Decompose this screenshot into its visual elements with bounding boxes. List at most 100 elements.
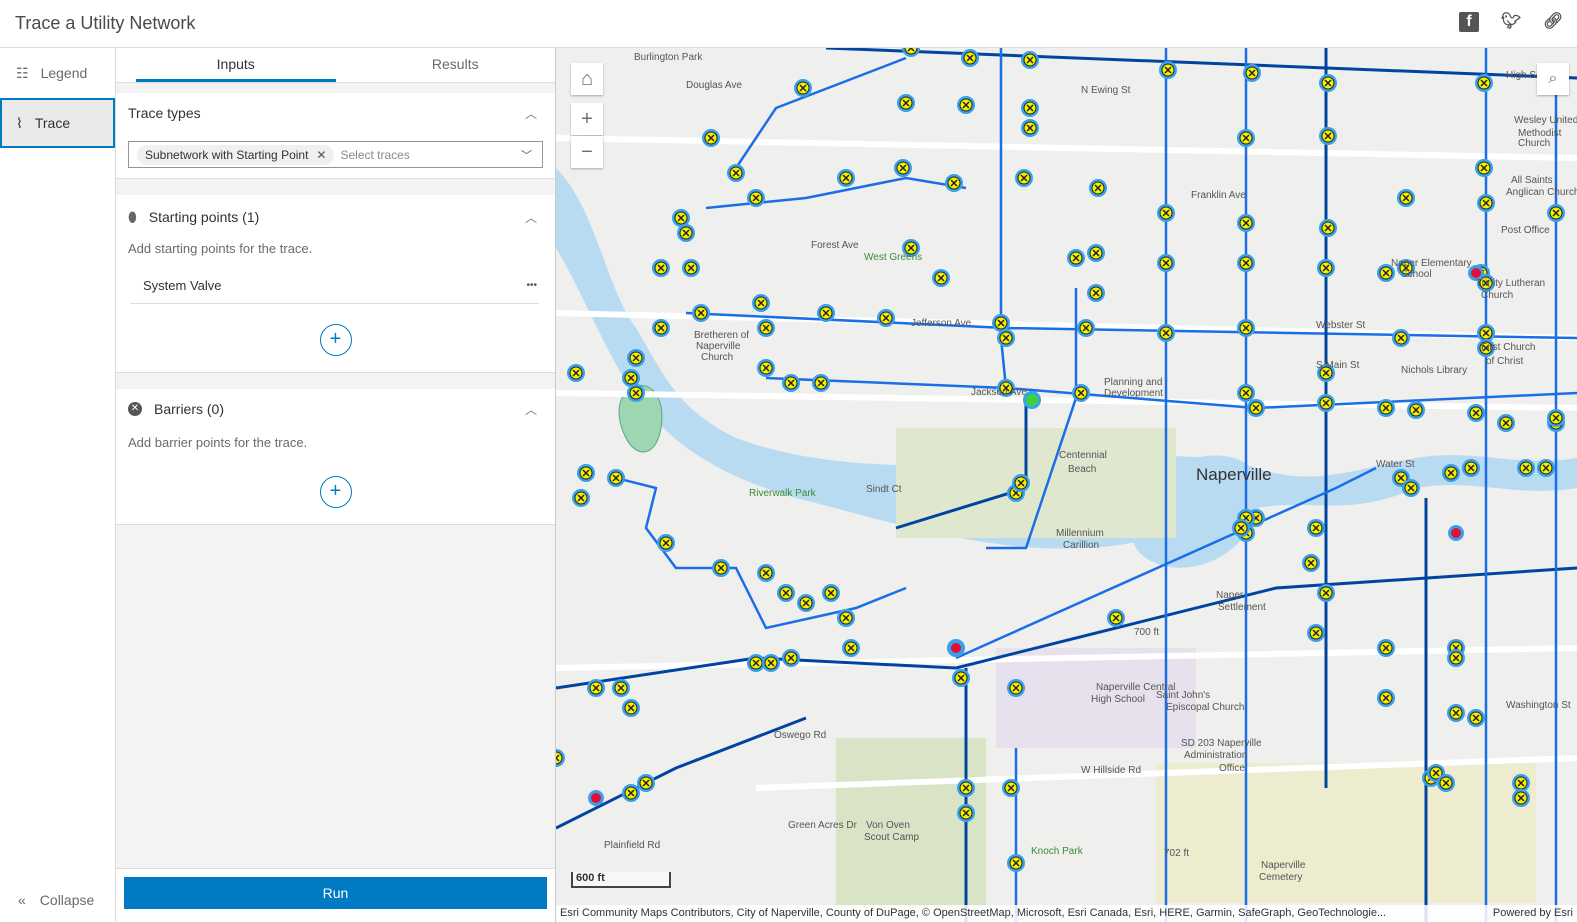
valve-marker[interactable] [902, 48, 920, 57]
valve-marker[interactable] [1517, 459, 1535, 477]
valve-marker[interactable] [1067, 249, 1085, 267]
valve-marker[interactable] [1089, 179, 1107, 197]
valve-marker[interactable] [1537, 459, 1555, 477]
valve-marker[interactable] [794, 79, 812, 97]
valve-marker[interactable] [1072, 384, 1090, 402]
barrier-marker[interactable] [588, 790, 604, 806]
valve-marker[interactable] [556, 749, 565, 767]
valve-marker[interactable] [572, 489, 590, 507]
valve-marker[interactable] [567, 364, 585, 382]
map-view[interactable]: Burlington Park Douglas Ave N Ewing St High… [556, 48, 1577, 922]
valve-marker[interactable] [997, 329, 1015, 347]
valve-marker[interactable] [1087, 244, 1105, 262]
twitter-icon[interactable]: 🐦︎ [1501, 12, 1521, 32]
valve-marker[interactable] [1467, 709, 1485, 727]
chevron-down-icon[interactable]: ﹀ [521, 147, 532, 163]
valve-marker[interactable] [1247, 399, 1265, 417]
valve-marker[interactable] [894, 159, 912, 177]
valve-marker[interactable] [842, 639, 860, 657]
valve-marker[interactable] [1319, 127, 1337, 145]
valve-marker[interactable] [812, 374, 830, 392]
valve-marker[interactable] [587, 679, 605, 697]
valve-marker[interactable] [797, 594, 815, 612]
valve-marker[interactable] [627, 384, 645, 402]
select-traces-input[interactable]: Select traces [340, 148, 409, 162]
link-icon[interactable]: 🔗︎ [1543, 12, 1563, 32]
valve-marker[interactable] [1407, 401, 1425, 419]
valve-marker[interactable] [1015, 169, 1033, 187]
collapse-button[interactable]: « Collapse [18, 892, 94, 908]
valve-marker[interactable] [637, 774, 655, 792]
add-starting-point-button[interactable]: + [319, 324, 352, 356]
valve-marker[interactable] [817, 304, 835, 322]
valve-marker[interactable] [1319, 219, 1337, 237]
rail-item-trace[interactable]: ⌇ Trace [0, 98, 115, 148]
add-barrier-button[interactable]: + [319, 476, 352, 508]
valve-marker[interactable] [1157, 204, 1175, 222]
barriers-header[interactable]: ✕ Barriers (0) ︿ [116, 389, 555, 429]
valve-marker[interactable] [1302, 554, 1320, 572]
barrier-marker[interactable] [948, 640, 964, 656]
valve-marker[interactable] [1012, 474, 1030, 492]
tab-results[interactable]: Results [356, 48, 556, 82]
valve-marker[interactable] [622, 699, 640, 717]
zoom-out-button[interactable]: − [571, 136, 603, 168]
valve-marker[interactable] [777, 584, 795, 602]
valve-marker[interactable] [1007, 679, 1025, 697]
facebook-icon[interactable]: f [1459, 12, 1479, 32]
valve-marker[interactable] [1237, 319, 1255, 337]
valve-marker[interactable] [1307, 624, 1325, 642]
valve-marker[interactable] [1467, 404, 1485, 422]
valve-marker[interactable] [961, 49, 979, 67]
valve-marker[interactable] [757, 564, 775, 582]
valve-marker[interactable] [1437, 774, 1455, 792]
valve-marker[interactable] [1317, 584, 1335, 602]
zoom-in-button[interactable]: + [571, 103, 603, 135]
valve-marker[interactable] [957, 804, 975, 822]
valve-marker[interactable] [1442, 464, 1460, 482]
valve-marker[interactable] [1462, 459, 1480, 477]
valve-marker[interactable] [692, 304, 710, 322]
trace-types-combobox[interactable]: Subnetwork with Starting Point ✕ Select t… [128, 141, 543, 168]
valve-marker[interactable] [762, 654, 780, 672]
valve-marker[interactable] [1377, 639, 1395, 657]
starting-points-header[interactable]: ⬮ Starting points (1) ︿ [116, 195, 555, 235]
valve-marker[interactable] [1397, 189, 1415, 207]
valve-marker[interactable] [1007, 854, 1025, 872]
valve-marker[interactable] [945, 174, 963, 192]
search-button[interactable]: ⌕ [1537, 63, 1569, 95]
valve-marker[interactable] [1237, 384, 1255, 402]
valve-marker[interactable] [782, 374, 800, 392]
valve-marker[interactable] [1077, 319, 1095, 337]
valve-marker[interactable] [712, 559, 730, 577]
valve-marker[interactable] [577, 464, 595, 482]
valve-marker[interactable] [1447, 649, 1465, 667]
map-canvas[interactable]: Burlington Park Douglas Ave N Ewing St High… [556, 48, 1577, 922]
list-item[interactable]: System Valve ••• [130, 268, 539, 304]
valve-marker[interactable] [1402, 479, 1420, 497]
valve-marker[interactable] [837, 609, 855, 627]
valve-marker[interactable] [622, 784, 640, 802]
rail-item-legend[interactable]: ☷ Legend [0, 48, 115, 98]
valve-marker[interactable] [1107, 609, 1125, 627]
valve-marker[interactable] [932, 269, 950, 287]
valve-marker[interactable] [652, 319, 670, 337]
valve-marker[interactable] [1547, 409, 1565, 427]
valve-marker[interactable] [1237, 129, 1255, 147]
valve-marker[interactable] [1497, 414, 1515, 432]
valve-marker[interactable] [1317, 259, 1335, 277]
valve-marker[interactable] [727, 164, 745, 182]
valve-marker[interactable] [1307, 519, 1325, 537]
run-button[interactable]: Run [124, 877, 547, 909]
valve-marker[interactable] [952, 669, 970, 687]
valve-marker[interactable] [1157, 324, 1175, 342]
valve-marker[interactable] [1087, 284, 1105, 302]
valve-marker[interactable] [1157, 254, 1175, 272]
valve-marker[interactable] [1021, 119, 1039, 137]
valve-marker[interactable] [627, 349, 645, 367]
valve-marker[interactable] [877, 309, 895, 327]
valve-marker[interactable] [957, 96, 975, 114]
valve-marker[interactable] [1475, 74, 1493, 92]
valve-marker[interactable] [1159, 61, 1177, 79]
valve-marker[interactable] [1547, 204, 1565, 222]
